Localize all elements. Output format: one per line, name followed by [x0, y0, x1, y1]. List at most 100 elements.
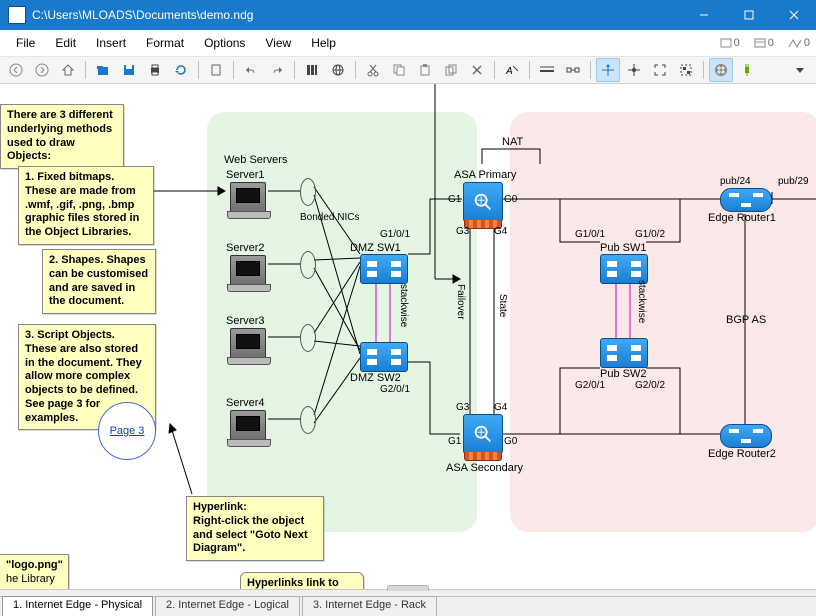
line-style-icon[interactable]: [535, 58, 559, 82]
pubsw2-label: Pub SW2: [600, 368, 646, 380]
port-label: G1/0/1: [380, 229, 410, 240]
columns-icon[interactable]: [300, 58, 324, 82]
snap-icon[interactable]: [596, 58, 620, 82]
nic-ellipse: [300, 251, 316, 279]
refresh-icon[interactable]: [169, 58, 193, 82]
group-icon[interactable]: [674, 58, 698, 82]
stackwise-label: stackwise: [636, 280, 647, 323]
print-icon[interactable]: [143, 58, 167, 82]
port-label: G3: [456, 226, 469, 237]
port-label: G4: [494, 402, 507, 413]
server2[interactable]: [230, 255, 266, 287]
titlebar: C:\Users\MLOADS\Documents\demo.ndg: [0, 0, 816, 30]
close-button[interactable]: [771, 0, 816, 30]
menu-file[interactable]: File: [6, 32, 45, 54]
home-icon[interactable]: [56, 58, 80, 82]
port-label: pub/24: [720, 176, 751, 187]
note-hyperlink2[interactable]: Hyperlinks link to: [240, 572, 364, 589]
server3[interactable]: [230, 328, 266, 360]
page-tabs: 1. Internet Edge - Physical 2. Internet …: [0, 596, 816, 616]
pub-sw2[interactable]: [600, 338, 648, 368]
tab-logical[interactable]: 2. Internet Edge - Logical: [155, 596, 300, 616]
undo-icon[interactable]: [239, 58, 263, 82]
zone-edge: [510, 112, 816, 532]
note-hyperlink[interactable]: Hyperlink: Right-click the object and se…: [186, 496, 324, 561]
asa-secondary[interactable]: [463, 414, 503, 454]
server2-label: Server2: [226, 242, 265, 254]
note-shapes[interactable]: 2. Shapes. Shapes can be customised and …: [42, 249, 156, 314]
copy-icon[interactable]: [387, 58, 411, 82]
globe-icon[interactable]: [326, 58, 350, 82]
menu-options[interactable]: Options: [194, 32, 255, 54]
maximize-button[interactable]: [726, 0, 771, 30]
node-icon[interactable]: [622, 58, 646, 82]
paste-icon[interactable]: [413, 58, 437, 82]
router2-label: Edge Router2: [708, 448, 776, 460]
svg-text:A: A: [505, 66, 513, 77]
edge-router2[interactable]: [720, 424, 772, 448]
splitter-grip[interactable]: [387, 585, 429, 591]
menu-insert[interactable]: Insert: [86, 32, 136, 54]
dropdown-icon[interactable]: [788, 58, 812, 82]
port-label: G1/0/1: [575, 229, 605, 240]
port-label: G2/0/1: [380, 384, 410, 395]
nic-ellipse: [300, 178, 316, 206]
port-label: G0: [504, 436, 517, 447]
menu-view[interactable]: View: [255, 32, 301, 54]
duplicate-icon[interactable]: [439, 58, 463, 82]
open-icon[interactable]: [91, 58, 115, 82]
port-label: G1: [448, 436, 461, 447]
tab-rack[interactable]: 3. Internet Edge - Rack: [302, 596, 437, 616]
port-label: G4: [494, 226, 507, 237]
server3-label: Server3: [226, 315, 265, 327]
edge-router1[interactable]: [720, 188, 772, 212]
menu-edit[interactable]: Edit: [45, 32, 86, 54]
bonded-nics-label: Bonded NICs: [300, 212, 359, 223]
plug-icon[interactable]: [735, 58, 759, 82]
format-painter-icon[interactable]: A: [500, 58, 524, 82]
expand-icon[interactable]: [648, 58, 672, 82]
note-bitmaps[interactable]: 1. Fixed bitmaps. These are made from .w…: [18, 166, 154, 245]
grid-icon[interactable]: [709, 58, 733, 82]
page-link[interactable]: Page 3: [98, 402, 156, 460]
server1[interactable]: [230, 182, 266, 214]
forward-icon[interactable]: [30, 58, 54, 82]
back-icon[interactable]: [4, 58, 28, 82]
menu-help[interactable]: Help: [301, 32, 346, 54]
server4[interactable]: [230, 410, 266, 442]
note-logo[interactable]: "logo.png"he Library: [0, 554, 69, 589]
port-label: G0: [504, 194, 517, 205]
menu-format[interactable]: Format: [136, 32, 194, 54]
asa-primary[interactable]: [463, 182, 503, 222]
delete-icon[interactable]: [465, 58, 489, 82]
app-icon: [8, 6, 26, 24]
minimize-button[interactable]: [681, 0, 726, 30]
asa-primary-label: ASA Primary: [454, 169, 516, 181]
port-label: pub/29: [778, 176, 809, 187]
port-label: G3: [456, 402, 469, 413]
dmzsw2-label: DMZ SW2: [350, 372, 401, 384]
connector-icon[interactable]: [561, 58, 585, 82]
cut-icon[interactable]: [361, 58, 385, 82]
diagram-canvas[interactable]: There are 3 different underlying methods…: [0, 84, 816, 589]
dmz-sw2[interactable]: [360, 342, 408, 372]
status-indicators: 0 0 0: [720, 30, 810, 56]
port-label: G1: [448, 194, 461, 205]
redo-icon[interactable]: [265, 58, 289, 82]
tab-physical[interactable]: 1. Internet Edge - Physical: [2, 596, 153, 616]
save-icon[interactable]: [117, 58, 141, 82]
page-icon[interactable]: [204, 58, 228, 82]
nat-label: NAT: [502, 136, 523, 148]
nic-ellipse: [300, 324, 316, 352]
bgp-label: BGP AS: [726, 314, 766, 326]
server1-label: Server1: [226, 169, 265, 181]
zone-title: Web Servers: [224, 154, 287, 166]
router1-label: Edge Router1: [708, 212, 776, 224]
note-methods-header[interactable]: There are 3 different underlying methods…: [0, 104, 124, 169]
asa-secondary-label: ASA Secondary: [446, 462, 523, 474]
dmz-sw1[interactable]: [360, 254, 408, 284]
port-label: G2/0/2: [635, 380, 665, 391]
server4-label: Server4: [226, 397, 265, 409]
nic-ellipse: [300, 406, 316, 434]
port-label: G2/0/1: [575, 380, 605, 391]
